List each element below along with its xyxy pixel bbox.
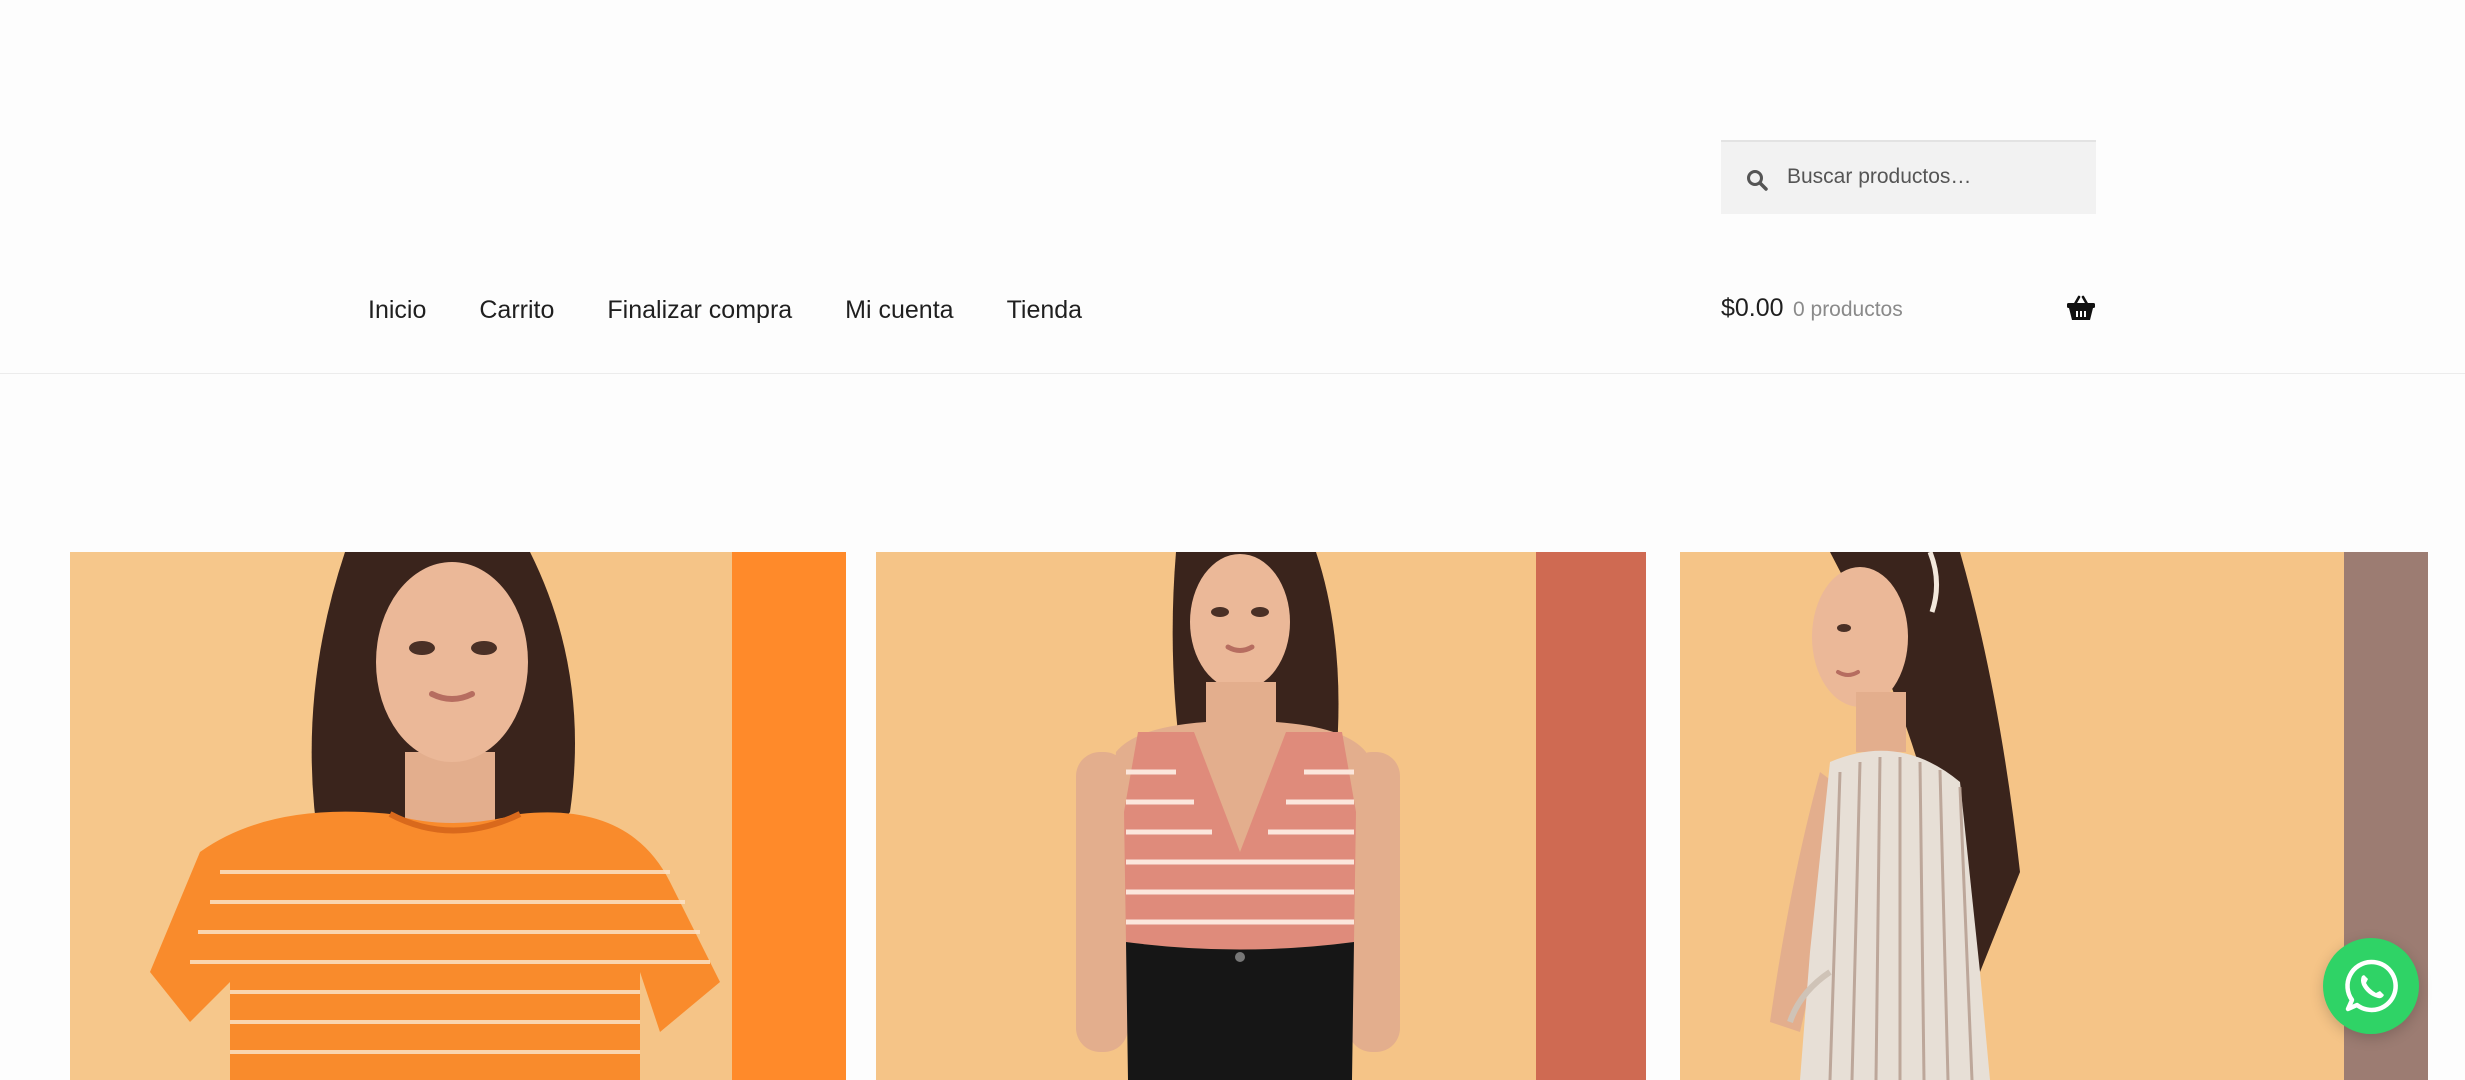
product-image[interactable] <box>1680 552 2428 1080</box>
basket-icon[interactable] <box>2066 294 2096 322</box>
product-card-orange-tshirt[interactable] <box>70 552 846 1080</box>
nav-item-inicio[interactable]: Inicio <box>368 296 426 325</box>
whatsapp-icon <box>2345 959 2398 1013</box>
whatsapp-chat-button[interactable] <box>2323 938 2419 1034</box>
product-image[interactable] <box>876 552 1646 1080</box>
cart-item-count[interactable]: 0 productos <box>1793 298 1903 322</box>
site-header: Inicio Carrito Finalizar compra Mi cuent… <box>0 0 2465 374</box>
nav-item-tienda[interactable]: Tienda <box>1007 296 1083 325</box>
header-cart[interactable]: $0.00 0 productos <box>1721 288 2096 332</box>
product-card-coral-tank-top[interactable] <box>876 552 1646 1080</box>
product-search[interactable] <box>1721 140 2096 214</box>
cart-total[interactable]: $0.00 <box>1721 294 1784 323</box>
product-image[interactable] <box>70 552 846 1080</box>
primary-navigation: Inicio Carrito Finalizar compra Mi cuent… <box>368 288 1082 332</box>
nav-item-finalizar-compra[interactable]: Finalizar compra <box>607 296 792 325</box>
search-icon <box>1747 170 1768 191</box>
product-grid <box>0 552 2465 1080</box>
nav-item-carrito[interactable]: Carrito <box>479 296 554 325</box>
search-input[interactable] <box>1779 142 2079 212</box>
product-card-linen-dress[interactable] <box>1680 552 2428 1080</box>
nav-item-mi-cuenta[interactable]: Mi cuenta <box>845 296 953 325</box>
